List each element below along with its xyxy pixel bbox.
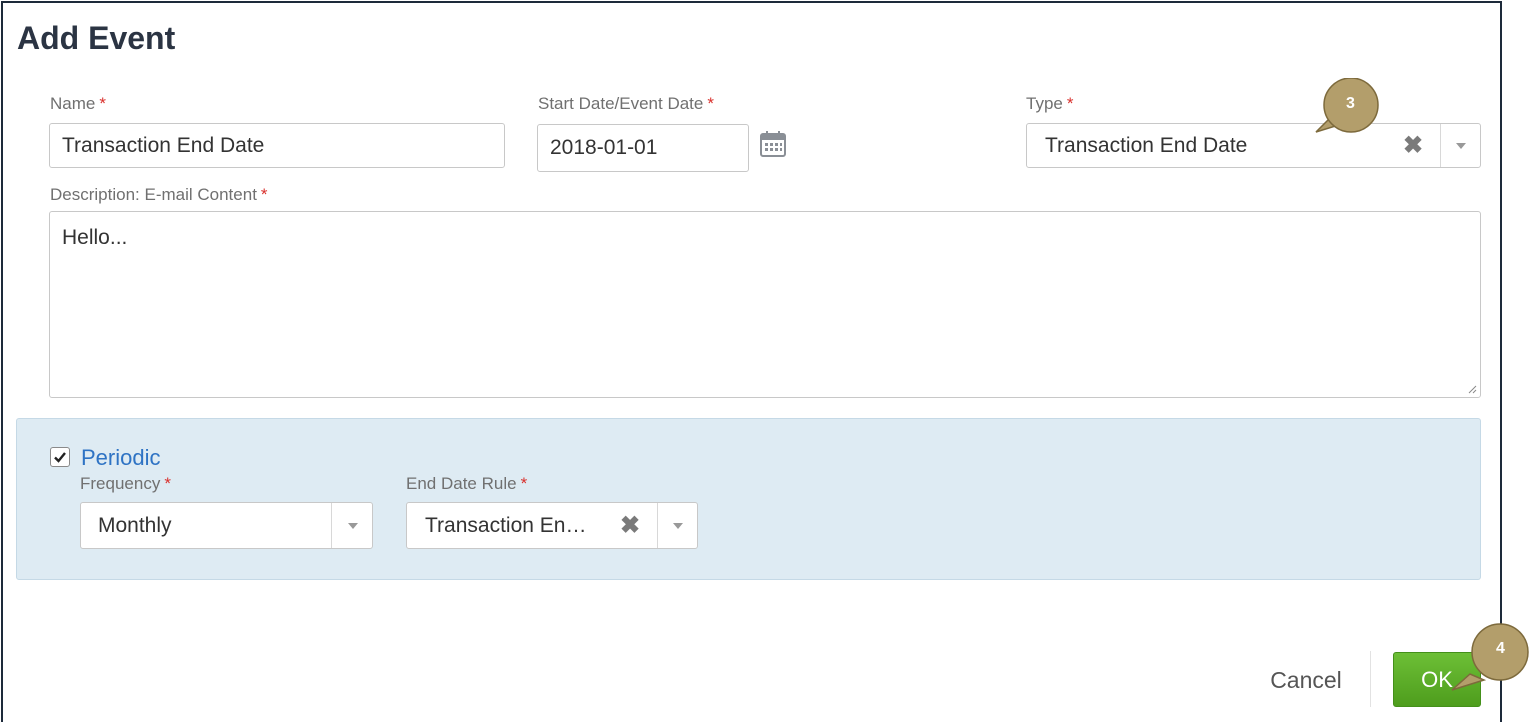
periodic-panel [16, 418, 1481, 580]
required-marker: * [260, 185, 268, 204]
required-marker: * [1066, 94, 1074, 113]
start-date-label: Start Date/Event Date * [538, 94, 714, 114]
type-select-value: Transaction End Date [1045, 133, 1248, 157]
end-date-rule-label: End Date Rule * [406, 474, 527, 494]
required-marker: * [707, 94, 714, 113]
frequency-select-value: Monthly [98, 513, 172, 537]
resize-handle-icon[interactable] [1467, 384, 1477, 394]
required-marker: * [164, 474, 171, 493]
type-label-text: Type [1026, 94, 1063, 113]
callout-4-number: 4 [1496, 640, 1505, 657]
frequency-select[interactable]: Monthly [80, 502, 373, 549]
description-textarea[interactable]: Hello... [49, 211, 1481, 398]
periodic-label[interactable]: Periodic [81, 445, 160, 471]
callout-3-number: 3 [1346, 95, 1355, 112]
chevron-down-icon[interactable] [332, 503, 373, 548]
name-input[interactable]: Transaction End Date [49, 123, 505, 168]
frequency-label-text: Frequency [80, 474, 161, 493]
end-date-rule-label-text: End Date Rule [406, 474, 517, 493]
description-textarea-value: Hello... [62, 226, 128, 249]
type-label: Type * [1026, 94, 1073, 114]
description-label: Description: E-mail Content * [50, 185, 268, 205]
description-label-text: Description: E-mail Content [50, 185, 257, 204]
periodic-checkbox[interactable] [50, 447, 70, 467]
calendar-icon[interactable] [758, 129, 788, 159]
frequency-label: Frequency * [80, 474, 171, 494]
type-select[interactable]: Transaction End Date ✖ [1026, 123, 1481, 168]
name-input-value: Transaction End Date [62, 133, 265, 157]
footer-divider [1370, 651, 1371, 707]
chevron-down-icon[interactable] [1441, 124, 1481, 167]
end-date-rule-select-value: Transaction En… [425, 513, 587, 537]
start-date-input-value: 2018-01-01 [550, 136, 658, 159]
clear-icon[interactable]: ✖ [620, 503, 640, 548]
name-label-text: Name [50, 94, 96, 113]
end-date-rule-select[interactable]: Transaction En… ✖ [406, 502, 698, 549]
required-marker: * [520, 474, 528, 493]
required-marker: * [99, 94, 106, 113]
chevron-down-icon[interactable] [658, 503, 698, 548]
start-date-input[interactable]: 2018-01-01 [537, 124, 749, 172]
start-date-label-text: Start Date/Event Date [538, 94, 704, 113]
callout-4-icon [1451, 623, 1529, 691]
name-label: Name * [50, 94, 106, 114]
clear-icon[interactable]: ✖ [1403, 124, 1423, 167]
checkmark-icon [54, 452, 66, 463]
cancel-button[interactable]: Cancel [1256, 658, 1356, 702]
dialog-title: Add Event [17, 20, 176, 56]
